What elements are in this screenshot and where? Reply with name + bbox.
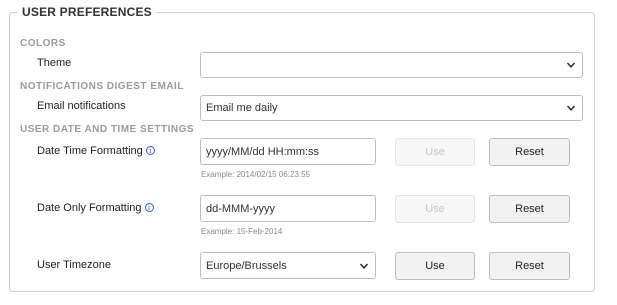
section-colors: COLORS <box>20 38 66 49</box>
email-notifications-select[interactable]: Email me daily <box>200 95 583 121</box>
date-time-format-value: yyyy/MM/dd HH:mm:ss <box>206 145 320 158</box>
email-notifications-value: Email me daily <box>206 102 278 114</box>
theme-label: Theme <box>37 57 72 69</box>
section-date-time: USER DATE AND TIME SETTINGS <box>20 124 195 135</box>
date-only-reset-button[interactable]: Reset <box>489 195 570 223</box>
chevron-down-icon <box>359 262 369 269</box>
date-time-format-input[interactable]: yyyy/MM/dd HH:mm:ss <box>200 138 376 165</box>
date-only-formatting-label: Date Only Formatting i <box>37 202 154 214</box>
email-notifications-label: Email notifications <box>37 100 126 112</box>
date-only-example: Example: 15-Feb-2014 <box>201 227 283 236</box>
date-time-reset-button[interactable]: Reset <box>489 138 570 166</box>
date-only-format-value: dd-MMM-yyyy <box>206 202 276 215</box>
user-timezone-select[interactable]: Europe/Brussels <box>200 252 376 279</box>
info-icon[interactable]: i <box>145 146 155 155</box>
date-only-formatting-text: Date Only Formatting <box>37 202 142 214</box>
date-time-example: Example: 2014/02/15 06:23:55 <box>201 170 310 179</box>
date-time-use-button[interactable]: Use <box>395 138 475 166</box>
panel-title: USER PREFERENCES <box>18 5 156 19</box>
user-timezone-label: User Timezone <box>37 259 111 271</box>
info-icon[interactable]: i <box>144 203 154 212</box>
date-only-use-button[interactable]: Use <box>395 195 475 223</box>
user-timezone-value: Europe/Brussels <box>206 259 287 272</box>
chevron-down-icon <box>566 62 576 68</box>
date-time-formatting-text: Date Time Formatting <box>37 145 143 157</box>
date-time-formatting-label: Date Time Formatting i <box>37 145 155 157</box>
chevron-down-icon <box>566 105 576 111</box>
theme-select[interactable] <box>200 52 583 78</box>
section-notifications: NOTIFICATIONS DIGEST EMAIL <box>20 81 184 92</box>
timezone-use-button[interactable]: Use <box>395 252 475 280</box>
timezone-reset-button[interactable]: Reset <box>489 252 570 280</box>
date-only-format-input[interactable]: dd-MMM-yyyy <box>200 195 376 222</box>
